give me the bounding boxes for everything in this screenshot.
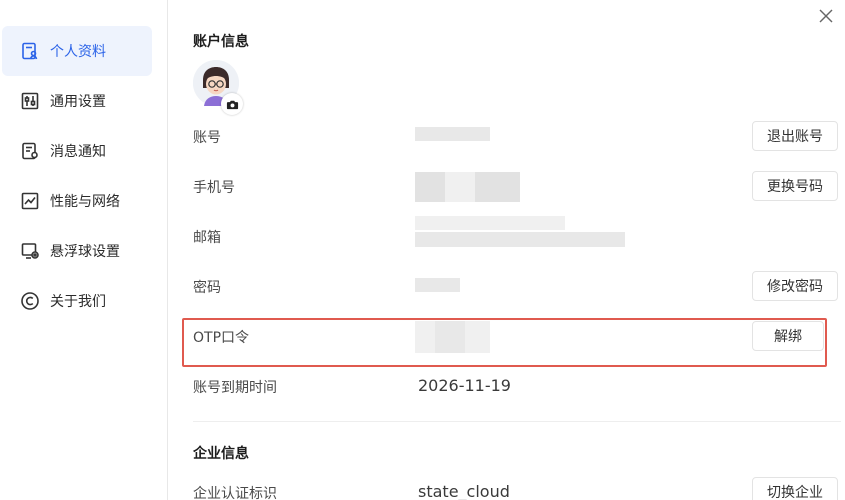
phone-value-redacted-part bbox=[415, 172, 445, 202]
sidebar-item-label: 性能与网络 bbox=[50, 194, 120, 210]
sidebar-item-profile[interactable]: 个人资料 bbox=[2, 26, 152, 76]
notification-icon bbox=[20, 141, 40, 161]
sidebar-item-notifications[interactable]: 消息通知 bbox=[2, 126, 152, 176]
email-value-redacted bbox=[415, 216, 565, 230]
change-number-button[interactable]: 更换号码 bbox=[752, 171, 838, 201]
account-value-redacted bbox=[415, 127, 490, 141]
password-label: 密码 bbox=[193, 280, 221, 296]
camera-button[interactable] bbox=[221, 93, 243, 115]
switch-enterprise-button[interactable]: 切换企业 bbox=[752, 477, 838, 500]
sidebar-item-about[interactable]: 关于我们 bbox=[2, 276, 152, 326]
email-label: 邮箱 bbox=[193, 230, 221, 246]
close-icon bbox=[819, 9, 833, 23]
copyright-icon bbox=[20, 291, 40, 311]
sidebar-item-label: 个人资料 bbox=[50, 44, 106, 60]
sidebar-item-label: 关于我们 bbox=[50, 294, 106, 310]
sidebar-item-floating-ball[interactable]: 悬浮球设置 bbox=[2, 226, 152, 276]
sliders-icon bbox=[20, 91, 40, 111]
enterprise-cert-value: state_cloud bbox=[418, 482, 510, 500]
expiry-value: 2026-11-19 bbox=[418, 376, 511, 395]
floating-ball-icon bbox=[20, 241, 40, 261]
account-label: 账号 bbox=[193, 130, 221, 146]
password-value-redacted bbox=[415, 278, 460, 292]
sidebar-item-label: 悬浮球设置 bbox=[50, 244, 120, 260]
close-button[interactable] bbox=[816, 6, 836, 26]
otp-label: OTP口令 bbox=[193, 330, 250, 346]
otp-highlight-box bbox=[182, 318, 827, 367]
otp-value-redacted-part bbox=[435, 321, 465, 353]
logout-button[interactable]: 退出账号 bbox=[752, 121, 838, 151]
section-divider bbox=[193, 421, 841, 422]
unbind-button[interactable]: 解绑 bbox=[752, 321, 824, 351]
chart-icon bbox=[20, 191, 40, 211]
profile-icon bbox=[20, 41, 40, 61]
sidebar-item-performance[interactable]: 性能与网络 bbox=[2, 176, 152, 226]
sidebar-item-general[interactable]: 通用设置 bbox=[2, 76, 152, 126]
expiry-label: 账号到期时间 bbox=[193, 380, 277, 396]
sidebar-item-label: 通用设置 bbox=[50, 94, 106, 110]
phone-label: 手机号 bbox=[193, 180, 235, 196]
enterprise-section-title: 企业信息 bbox=[193, 446, 249, 462]
camera-icon bbox=[226, 100, 238, 109]
account-section-title: 账户信息 bbox=[193, 34, 249, 50]
sidebar-item-label: 消息通知 bbox=[50, 144, 106, 160]
sidebar: 个人资料 通用设置 消息通知 性能与网络 悬浮球设置 关于我们 bbox=[0, 0, 168, 500]
change-password-button[interactable]: 修改密码 bbox=[752, 271, 838, 301]
enterprise-cert-label: 企业认证标识 bbox=[193, 486, 277, 500]
phone-value-redacted-part bbox=[475, 172, 520, 202]
email-value-redacted bbox=[415, 232, 625, 247]
